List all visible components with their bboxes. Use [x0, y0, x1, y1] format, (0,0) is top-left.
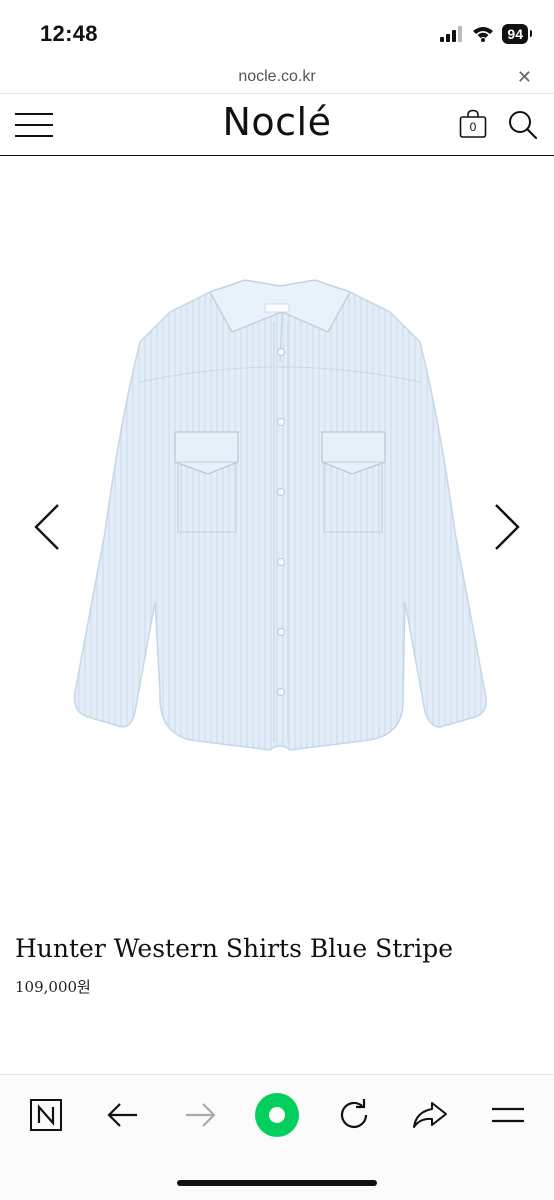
naver-n-icon[interactable] — [26, 1095, 66, 1135]
green-home-icon[interactable] — [254, 1092, 300, 1138]
hamburger-menu-icon[interactable] — [15, 111, 53, 139]
product-gallery[interactable] — [0, 157, 554, 907]
chevron-left-icon[interactable] — [30, 502, 66, 552]
cellular-signal-icon — [440, 26, 463, 42]
status-time: 12:48 — [40, 21, 98, 46]
search-icon[interactable] — [508, 110, 538, 140]
wifi-icon — [473, 27, 494, 42]
close-icon[interactable]: ✕ — [517, 67, 532, 88]
site-header: Noclé 0 — [0, 94, 554, 156]
product-title: Hunter Western Shirts Blue Stripe — [15, 934, 453, 963]
url-bar[interactable]: nocle.co.kr ✕ — [0, 64, 554, 94]
menu-icon[interactable] — [488, 1095, 528, 1135]
back-arrow-icon[interactable] — [103, 1095, 143, 1135]
battery-icon: 94 — [502, 24, 532, 44]
home-indicator[interactable] — [177, 1180, 377, 1186]
shirt-product-image — [73, 279, 487, 751]
cart-count: 0 — [469, 120, 477, 134]
shopping-bag-icon[interactable]: 0 — [459, 109, 487, 139]
forward-arrow-icon[interactable] — [180, 1095, 220, 1135]
url-text[interactable]: nocle.co.kr — [0, 68, 554, 86]
share-icon[interactable] — [410, 1095, 450, 1135]
product-price: 109,000원 — [15, 978, 91, 996]
chevron-right-icon[interactable] — [488, 502, 524, 552]
reload-icon[interactable] — [334, 1095, 374, 1135]
status-icons: 94 — [440, 24, 532, 44]
status-bar: 12:48 94 — [0, 0, 554, 64]
